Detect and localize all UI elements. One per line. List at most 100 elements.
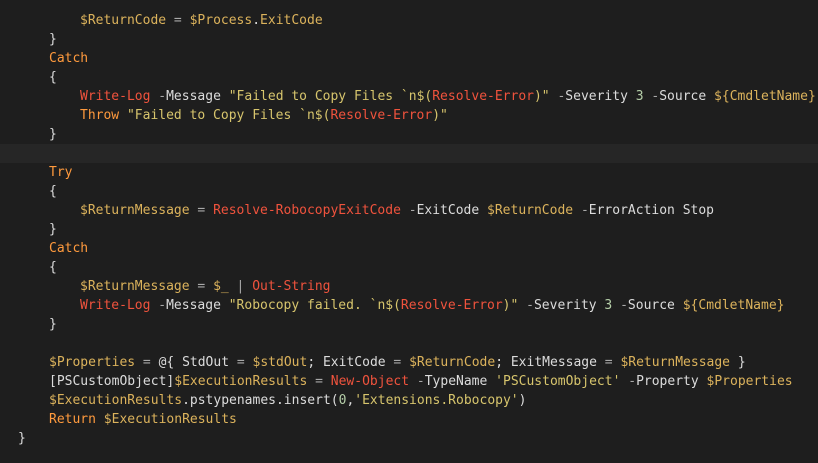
code-line[interactable]: $Properties = @{ StdOut = $stdOut; ExitC… bbox=[0, 353, 818, 372]
code-token: Source bbox=[659, 89, 707, 104]
code-token: $ bbox=[95, 412, 112, 427]
code-line-content: Catch bbox=[49, 239, 88, 258]
code-token: $ bbox=[49, 355, 57, 370]
code-token: @{ bbox=[158, 355, 175, 370]
code-line[interactable]: [PSCustomObject]$ExecutionResults = New-… bbox=[0, 372, 818, 391]
code-token: ${ bbox=[674, 298, 699, 313]
code-token: Resolve-Error bbox=[432, 89, 534, 104]
code-token: - bbox=[409, 374, 425, 389]
code-token: | bbox=[228, 279, 253, 294]
code-token: Stop bbox=[674, 203, 715, 218]
code-line-content: Write-Log -Message "Failed to Copy Files… bbox=[80, 87, 816, 106]
code-token: = bbox=[189, 279, 214, 294]
code-token: } bbox=[49, 222, 57, 237]
code-token: = bbox=[135, 355, 159, 370]
code-line[interactable]: { bbox=[0, 68, 818, 87]
code-token: Throw bbox=[80, 108, 120, 123]
code-token: = bbox=[307, 374, 331, 389]
code-token: Message bbox=[166, 298, 221, 313]
code-token: ExitMessage bbox=[503, 355, 597, 370]
code-line-content: Catch bbox=[49, 49, 88, 68]
code-token: 3 bbox=[627, 89, 644, 104]
code-token: ExitCode bbox=[315, 355, 386, 370]
code-token: Severity bbox=[533, 298, 597, 313]
code-token: = bbox=[596, 355, 621, 370]
code-token: Message bbox=[166, 89, 221, 104]
code-line[interactable]: Write-Log -Message "Failed to Copy Files… bbox=[0, 87, 818, 106]
code-line[interactable]: { bbox=[0, 182, 818, 201]
code-token: ErrorAction bbox=[588, 203, 675, 218]
code-line[interactable]: Catch bbox=[0, 49, 818, 68]
code-token: - bbox=[518, 298, 534, 313]
code-token: Source bbox=[627, 298, 675, 313]
code-line-content: } bbox=[18, 429, 26, 448]
code-line-content: Throw "Failed to Copy Files `n$(Resolve-… bbox=[80, 106, 448, 125]
code-line[interactable] bbox=[0, 144, 818, 163]
code-token: } bbox=[49, 127, 57, 142]
code-token: = bbox=[166, 13, 190, 28]
code-token: New-Object bbox=[330, 374, 410, 389]
code-token: ${ bbox=[706, 89, 730, 104]
code-token: Out-String bbox=[252, 279, 331, 294]
code-token: Property bbox=[636, 374, 699, 389]
code-token: CmdletName bbox=[698, 298, 777, 313]
code-token: $ bbox=[80, 203, 88, 218]
code-token: - bbox=[620, 374, 637, 389]
code-token: stdOut bbox=[260, 355, 308, 370]
code-line[interactable] bbox=[0, 334, 818, 353]
code-line[interactable]: Write-Log -Message "Robocopy failed. `n$… bbox=[0, 296, 818, 315]
code-line[interactable]: $ReturnCode = $Process.ExitCode bbox=[0, 11, 818, 30]
code-token: TypeName bbox=[424, 374, 488, 389]
code-token: Properties bbox=[714, 374, 793, 389]
code-line-content: } bbox=[49, 125, 57, 144]
code-line[interactable]: } bbox=[0, 30, 818, 49]
code-line[interactable]: } bbox=[0, 315, 818, 334]
code-token: Resolve-RobocopyExitCode bbox=[213, 203, 401, 218]
code-token: ReturnMessage bbox=[87, 203, 190, 218]
code-line[interactable]: } bbox=[0, 125, 818, 144]
code-editor[interactable]: $ReturnCode = $Process.ExitCode} Catch{Wr… bbox=[0, 0, 818, 463]
code-token: ReturnCode bbox=[416, 355, 496, 370]
code-token: $ bbox=[409, 355, 417, 370]
code-line[interactable]: { bbox=[0, 258, 818, 277]
code-line-content: { bbox=[49, 258, 57, 277]
code-line-content: [PSCustomObject]$ExecutionResults = New-… bbox=[49, 372, 793, 391]
code-line[interactable]: Try bbox=[0, 163, 818, 182]
code-token: ExecutionResults bbox=[56, 393, 183, 408]
code-line[interactable]: $ReturnMessage = Resolve-RobocopyExitCod… bbox=[0, 201, 818, 220]
code-line[interactable]: } bbox=[0, 220, 818, 239]
code-token: = bbox=[189, 203, 214, 218]
code-line-content: $ReturnMessage = $_ | Out-String bbox=[80, 277, 330, 296]
code-line[interactable]: Return $ExecutionResults bbox=[0, 410, 818, 429]
code-token: "Failed to Copy Files `n$( bbox=[119, 108, 331, 123]
code-token: - bbox=[643, 89, 660, 104]
code-line-content: $ExecutionResults.pstypenames.insert(0,'… bbox=[49, 391, 526, 410]
code-token: 'PSCustomObject' bbox=[487, 374, 621, 389]
code-line[interactable]: Catch bbox=[0, 239, 818, 258]
code-line-content: $Properties = @{ StdOut = $stdOut; ExitC… bbox=[49, 353, 746, 372]
code-token: { bbox=[49, 70, 57, 85]
code-token: Resolve-Error bbox=[330, 108, 433, 123]
code-token: Write-Log bbox=[80, 89, 151, 104]
code-token: - bbox=[612, 298, 628, 313]
code-token: } bbox=[776, 298, 785, 313]
code-token: Return bbox=[49, 412, 96, 427]
code-token: [PSCustomObject] bbox=[49, 374, 175, 389]
code-token: 'Extensions.Robocopy' bbox=[354, 393, 519, 408]
code-line[interactable]: } bbox=[0, 429, 818, 448]
code-token: $ bbox=[80, 279, 88, 294]
code-token: ReturnCode bbox=[87, 13, 167, 28]
code-token: ; bbox=[495, 355, 504, 370]
code-token: )" bbox=[533, 89, 550, 104]
code-token: - bbox=[549, 89, 566, 104]
code-line-content: Return $ExecutionResults bbox=[49, 410, 237, 429]
code-token: { bbox=[49, 184, 57, 199]
code-token: Catch bbox=[49, 51, 89, 66]
code-token: Write-Log bbox=[80, 298, 151, 313]
code-token: . bbox=[252, 13, 261, 28]
code-line[interactable]: $ReturnMessage = $_ | Out-String bbox=[0, 277, 818, 296]
code-token: ; bbox=[307, 355, 316, 370]
code-line[interactable]: $ExecutionResults.pstypenames.insert(0,'… bbox=[0, 391, 818, 410]
code-line[interactable]: Throw "Failed to Copy Files `n$(Resolve-… bbox=[0, 106, 818, 125]
code-line-content: { bbox=[49, 68, 57, 87]
